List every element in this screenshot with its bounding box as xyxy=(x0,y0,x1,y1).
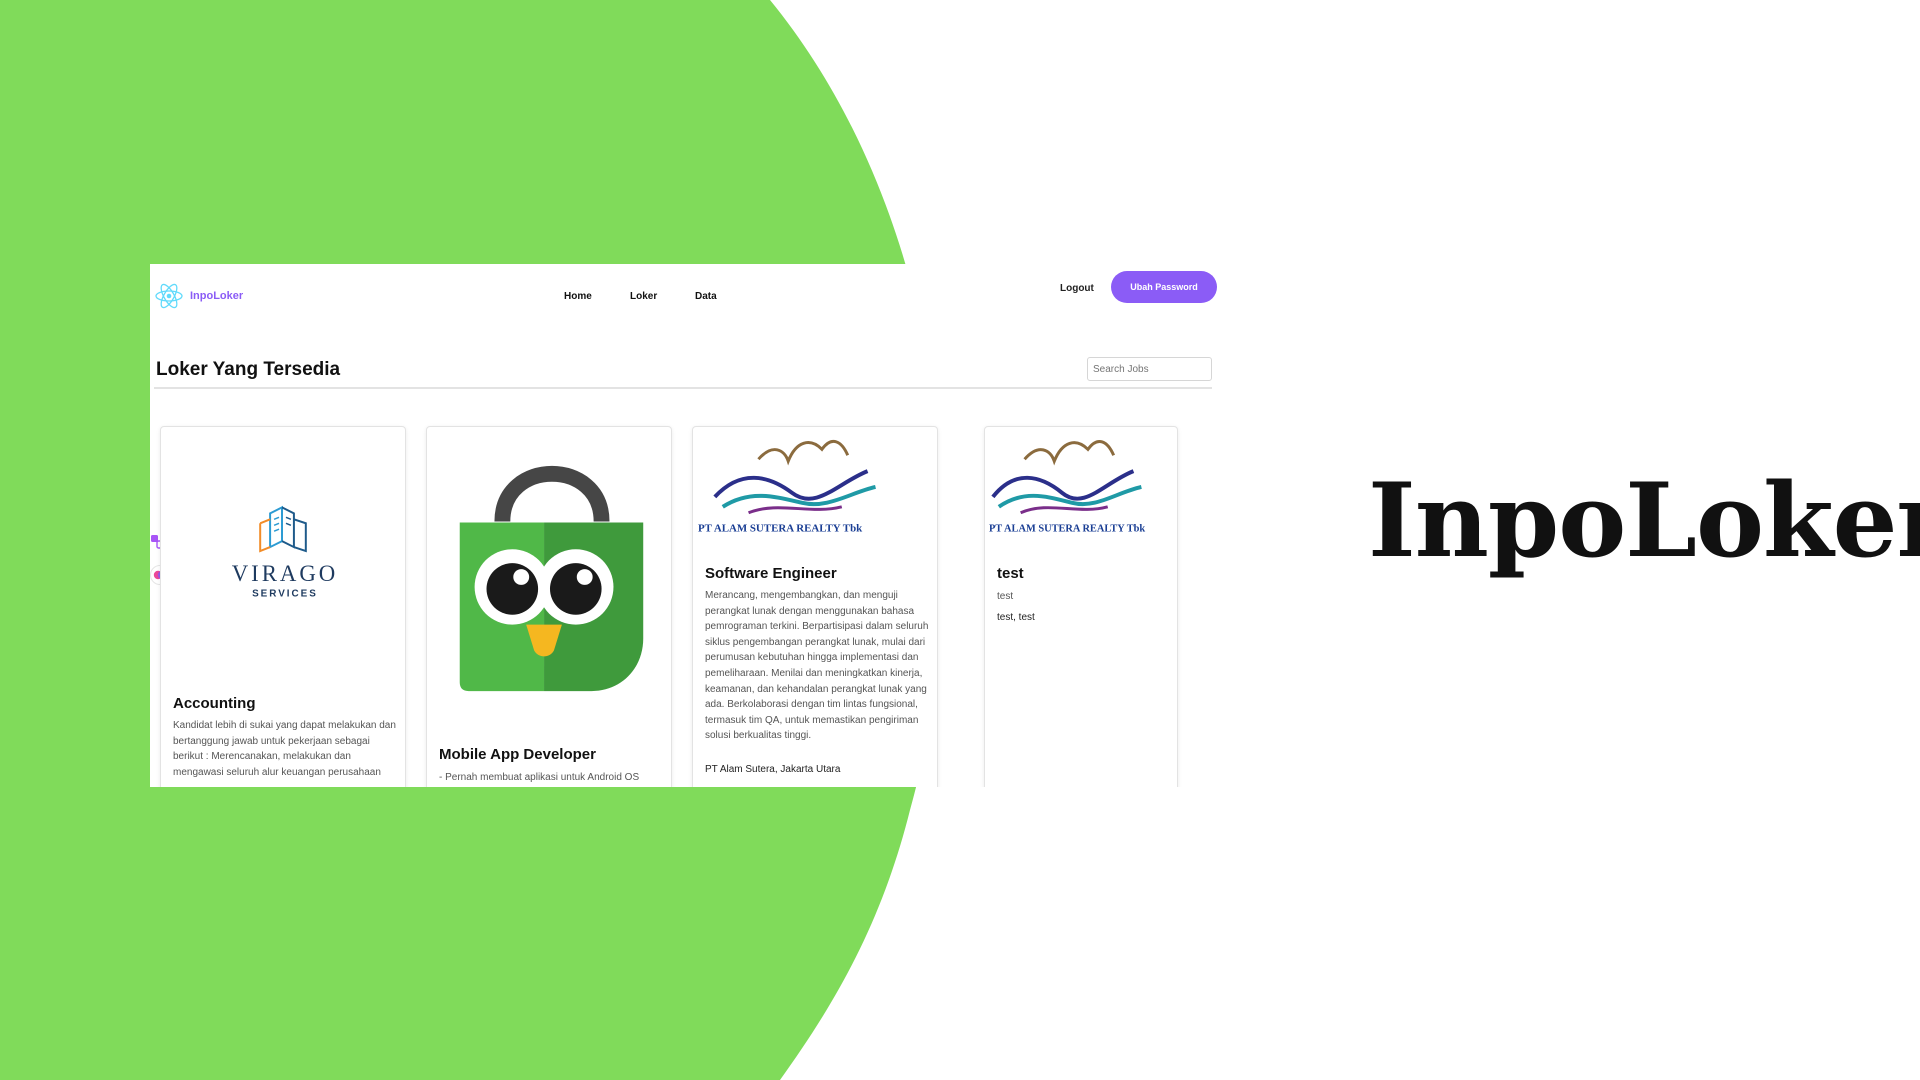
nav-home[interactable]: Home xyxy=(564,291,592,302)
virago-logo: VIRAGO SERVICES xyxy=(232,505,339,600)
job-description: - Pernah membuat aplikasi untuk Android … xyxy=(439,772,640,783)
job-description: test xyxy=(997,591,1014,602)
job-title: test xyxy=(997,565,1024,582)
change-password-button[interactable]: Ubah Password xyxy=(1111,271,1217,303)
alam-sutera-logo: PT ALAM SUTERA REALTY Tbk xyxy=(698,439,876,535)
divider xyxy=(154,387,1212,389)
job-title: Software Engineer xyxy=(705,565,837,582)
job-card[interactable]: VIRAGO SERVICES Accounting Kandidat lebi… xyxy=(160,426,406,787)
app-screenshot: InpoLoker Home Loker Data Logout Ubah Pa… xyxy=(150,264,1220,787)
nav-loker[interactable]: Loker xyxy=(630,291,657,302)
navbar: InpoLoker Home Loker Data Logout Ubah Pa… xyxy=(150,264,1220,322)
job-title: Accounting xyxy=(173,695,256,712)
alam-sutera-logo: PT ALAM SUTERA REALTY Tbk xyxy=(989,440,1145,535)
job-card[interactable]: PT ALAM SUTERA REALTY Tbk test test test… xyxy=(984,426,1178,787)
virago-logo-text: VIRAGO xyxy=(232,561,339,586)
brand-name: InpoLoker xyxy=(190,290,244,302)
page-title: Loker Yang Tersedia xyxy=(156,359,341,380)
job-location: PT Alam Sutera, Jakarta Utara xyxy=(705,764,841,775)
job-card[interactable]: PT ALAM SUTERA REALTY Tbk Software Engin… xyxy=(692,426,938,787)
virago-logo-subtext: SERVICES xyxy=(252,589,318,600)
react-atom-icon xyxy=(155,283,183,309)
alam-sutera-logo-text: PT ALAM SUTERA REALTY Tbk xyxy=(698,523,863,535)
hero-title: InpoLoker xyxy=(1368,461,1920,581)
job-card[interactable]: Mobile App Developer - Pernah membuat ap… xyxy=(426,426,672,787)
brand-logo[interactable]: InpoLoker xyxy=(154,281,243,311)
job-description: Kandidat lebih di sukai yang dapat melak… xyxy=(173,720,396,778)
logout-button[interactable]: Logout xyxy=(1060,283,1094,294)
slide: InpoLoker Home Loker Data Logout Ubah Pa… xyxy=(0,0,1920,1080)
nav-data[interactable]: Data xyxy=(695,291,717,302)
job-title: Mobile App Developer xyxy=(439,746,596,763)
tokopedia-logo xyxy=(459,465,644,692)
job-location: test, test xyxy=(997,612,1035,623)
job-description: Merancang, mengembangkan, dan menguji pe… xyxy=(705,590,929,742)
alam-sutera-logo-text: PT ALAM SUTERA REALTY Tbk xyxy=(989,524,1145,535)
search-input[interactable] xyxy=(1087,357,1212,381)
